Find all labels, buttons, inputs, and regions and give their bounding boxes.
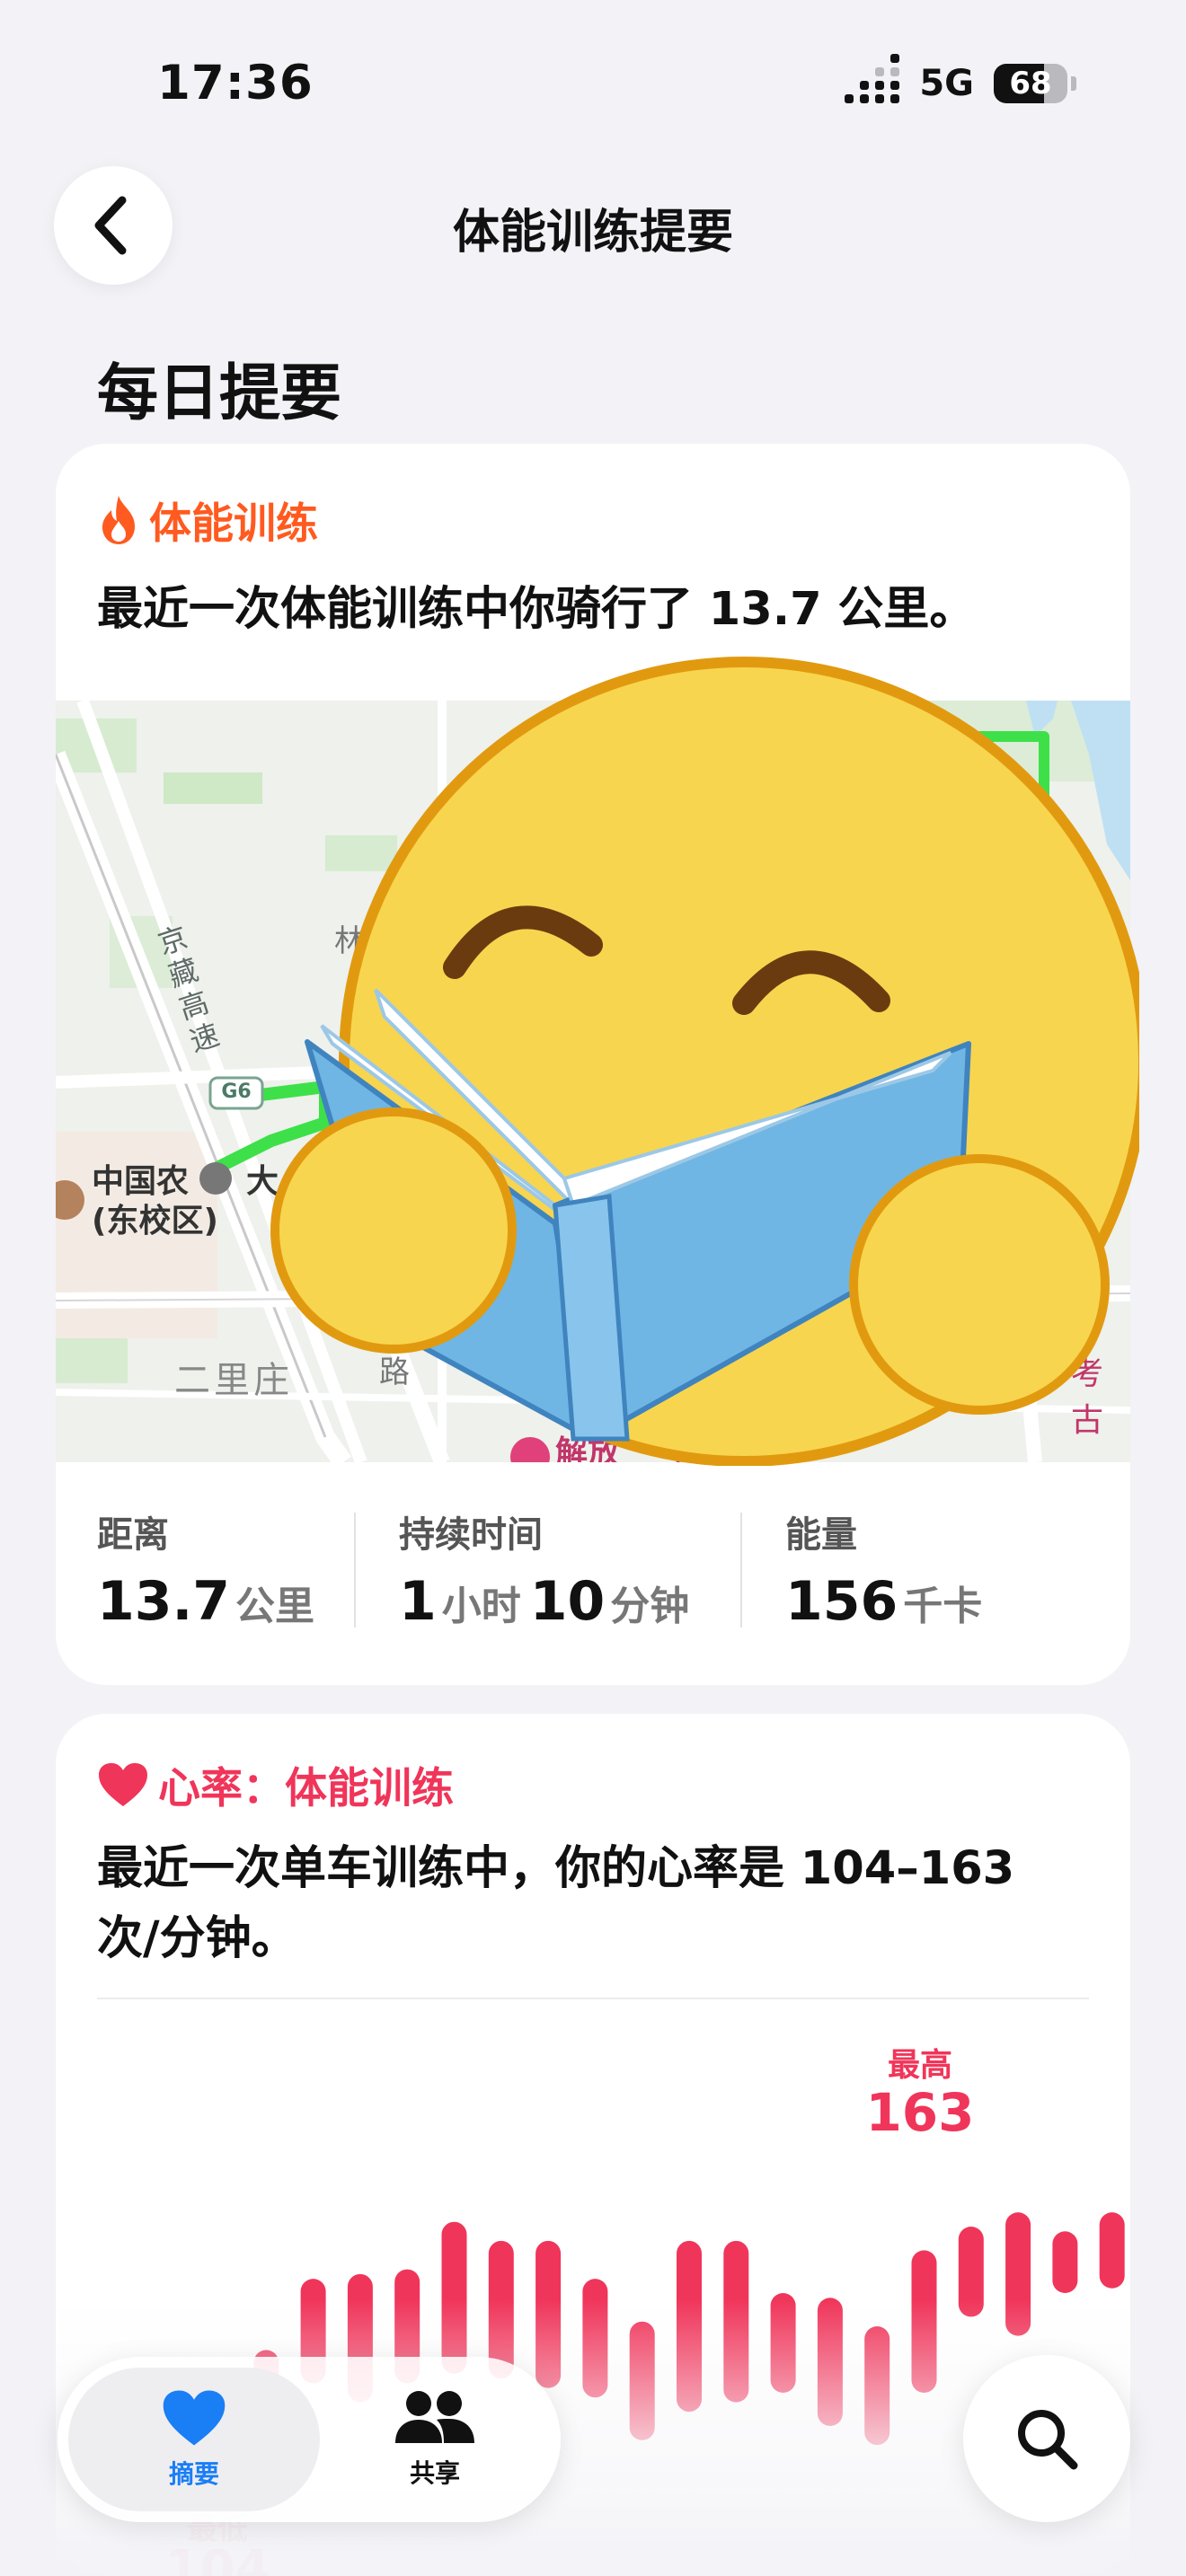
tab-share-label: 共享	[409, 2458, 460, 2488]
stat-distance: 距离 13.7 公里	[97, 1505, 323, 1633]
heart-rate-bar	[911, 2250, 937, 2393]
map-label-campus-line2: (东校区)	[92, 1203, 218, 1239]
stat-distance-unit: 公里	[235, 1584, 315, 1629]
search-button[interactable]	[963, 2355, 1130, 2522]
heart-rate-bar	[1005, 2212, 1031, 2336]
stat-energy: 能量 156 千卡	[785, 1505, 991, 1633]
tab-summary[interactable]: 摘要	[68, 2368, 320, 2511]
heart-rate-bar	[535, 2240, 562, 2388]
section-title: 每日提要	[97, 358, 342, 429]
stat-duration-hours: 1	[399, 1570, 437, 1633]
tab-summary-label: 摘要	[168, 2459, 219, 2489]
stat-energy-unit: 千卡	[903, 1584, 983, 1629]
heart-rate-bar	[1099, 2212, 1125, 2289]
map-label-campus-line1: 中国农	[92, 1163, 190, 1200]
workout-stats: 距离 13.7 公里 持续时间 1 小时 10 分钟 能量 156 千卡	[56, 1462, 1130, 1685]
workout-description: 最近一次体能训练中你骑行了 13.7 公里。	[97, 583, 976, 636]
magnifier-icon	[1018, 2410, 1078, 2470]
heart-icon	[163, 2390, 226, 2446]
heart-rate-bar	[441, 2221, 467, 2374]
stat-divider	[740, 1513, 742, 1628]
status-time: 17:36	[157, 56, 314, 110]
workout-card-header: 体能训练	[97, 489, 318, 551]
cellular-signal-icon	[845, 54, 900, 103]
battery-icon: 68	[994, 64, 1067, 103]
stat-energy-value: 156	[785, 1570, 898, 1633]
workout-card-title: 体能训练	[149, 499, 318, 549]
heart-rate-bar	[770, 2293, 796, 2393]
heart-rate-bar	[677, 2240, 702, 2413]
tab-bar: 摘要 共享	[58, 2357, 561, 2522]
heart-rate-bar	[817, 2298, 843, 2426]
stat-duration-minutes-unit: 分钟	[610, 1584, 690, 1629]
network-type: 5G	[919, 63, 974, 104]
heart-rate-bar	[582, 2279, 608, 2398]
stat-duration-hours-unit: 小时	[441, 1584, 521, 1629]
map-label-campus: 中国农大 (东校区)	[92, 1162, 279, 1241]
stat-divider	[354, 1513, 356, 1628]
battery-tip	[1071, 76, 1076, 91]
heart-rate-bar	[1052, 2231, 1078, 2293]
status-indicators: 5G 68	[845, 54, 1076, 104]
stat-duration-label: 持续时间	[399, 1514, 543, 1556]
people-icon	[395, 2391, 474, 2443]
heart-rate-bar	[629, 2321, 655, 2440]
tab-share[interactable]: 共享	[327, 2368, 543, 2511]
stat-energy-label: 能量	[785, 1514, 857, 1556]
heart-min-value: 104	[164, 2540, 270, 2576]
stat-distance-label: 距离	[97, 1514, 169, 1556]
page-title: 体能训练提要	[452, 206, 733, 260]
stat-duration-minutes: 10	[529, 1570, 606, 1633]
reading-emoji-sticker	[270, 657, 1139, 1466]
battery-level: 68	[1009, 66, 1052, 101]
heart-rate-bar	[723, 2240, 749, 2403]
stat-distance-value: 13.7	[97, 1570, 231, 1633]
map-label-highway-badge: G6	[221, 1081, 252, 1103]
stat-duration: 持续时间 1 小时 10 分钟	[399, 1505, 698, 1633]
flame-icon	[102, 495, 135, 544]
heart-rate-bar	[864, 2326, 890, 2446]
heart-rate-bar	[958, 2227, 984, 2317]
